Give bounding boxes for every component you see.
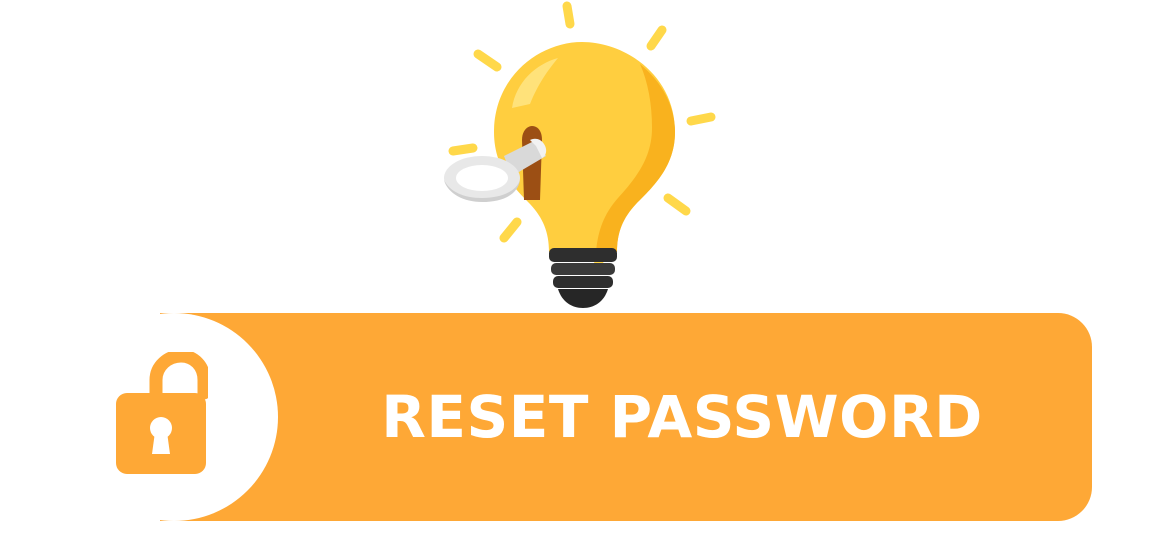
reset-password-label: RESET PASSWORD [381, 383, 983, 451]
lightbulb-with-key-icon [444, 1, 716, 308]
bulb-socket [549, 248, 617, 308]
unlocked-padlock-icon [116, 352, 208, 474]
